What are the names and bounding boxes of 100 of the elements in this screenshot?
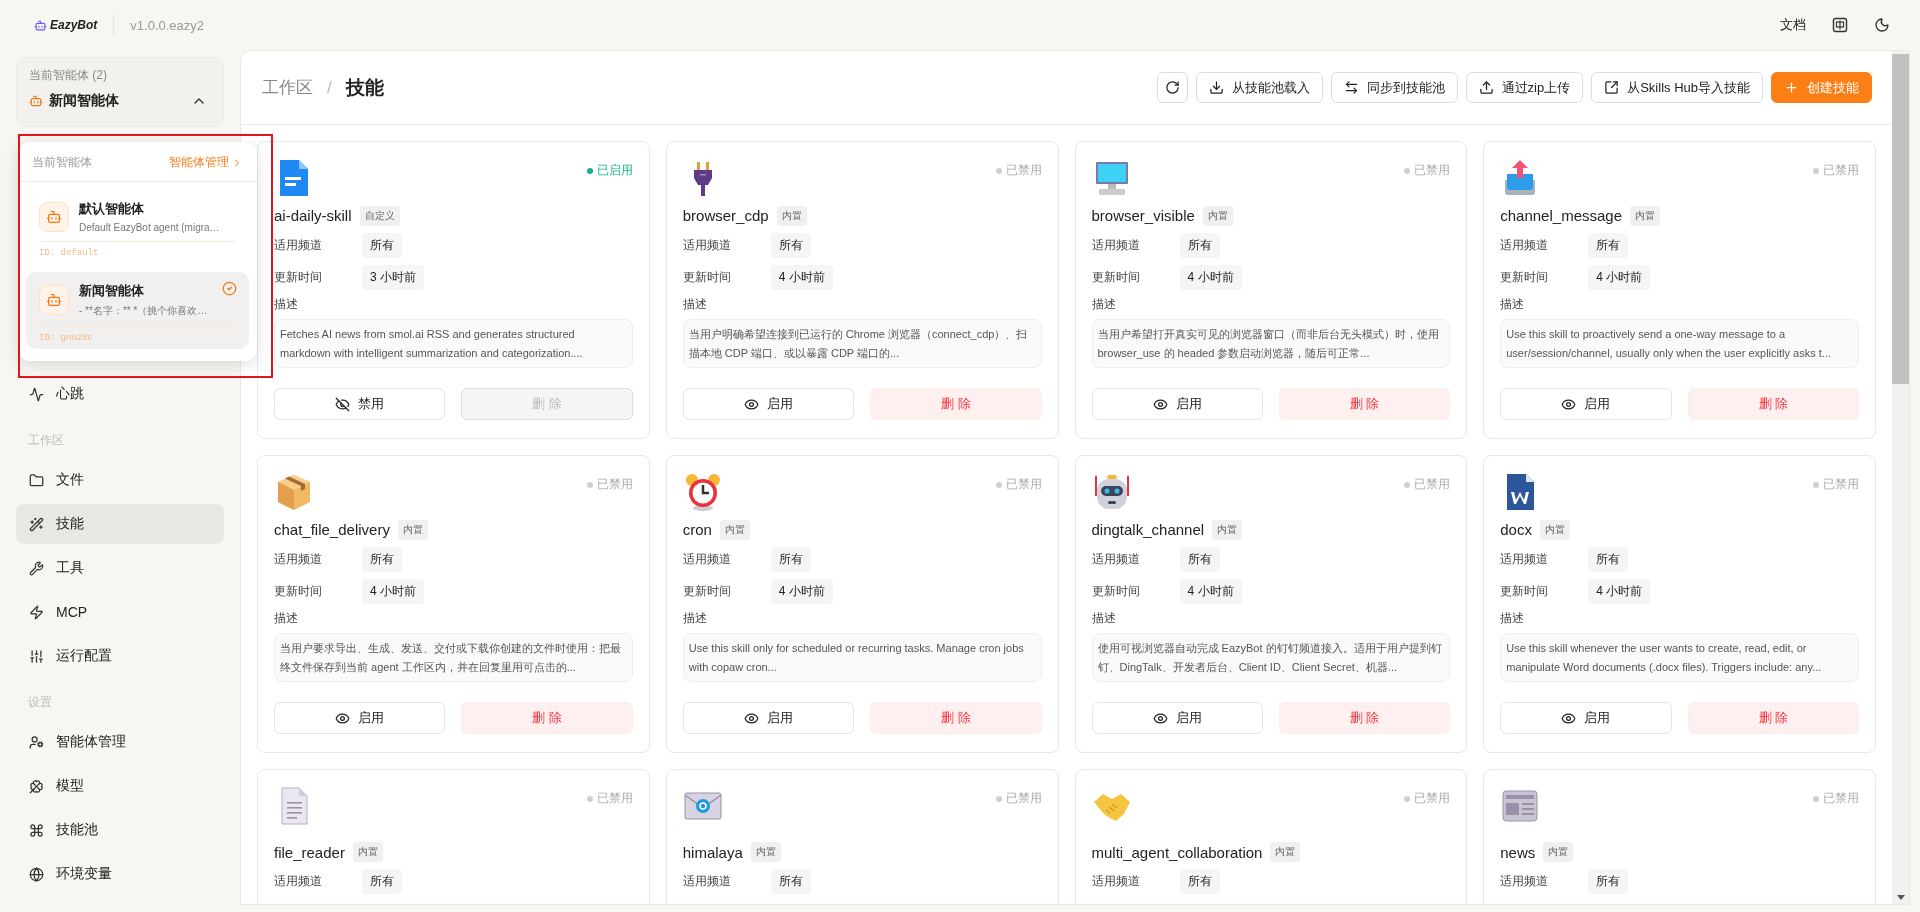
field-label: 适用频道 bbox=[1091, 873, 1141, 890]
nav-item[interactable]: 智能体管理 bbox=[16, 722, 224, 762]
channel-value: 所有 bbox=[362, 546, 402, 572]
toggle-button[interactable]: 启用 bbox=[1500, 702, 1672, 734]
time-value: 4 小时前 bbox=[362, 578, 424, 604]
toolbar-button[interactable]: 同步到技能池 bbox=[1330, 72, 1458, 103]
docs-link[interactable]: 文档 bbox=[1780, 16, 1806, 34]
nav-label: 运行配置 bbox=[56, 647, 112, 665]
skill-tag: 内置 bbox=[776, 205, 807, 226]
nav-item[interactable]: 技能 bbox=[16, 504, 224, 544]
agent-count-label: 当前智能体 (2) bbox=[29, 67, 108, 84]
nav-item[interactable]: 运行配置 bbox=[16, 636, 224, 676]
delete-button[interactable]: 删 除 bbox=[1687, 702, 1859, 734]
toolbar-button[interactable]: 从Skills Hub导入技能 bbox=[1591, 72, 1763, 103]
field-label: 适用频道 bbox=[1500, 873, 1550, 890]
status-label: 已禁用 bbox=[1404, 476, 1451, 493]
agent-item-name: 默认智能体 bbox=[79, 200, 145, 218]
channel-value: 所有 bbox=[362, 869, 402, 894]
skill-description: 使用可视浏览器自动完成 EazyBot 的钉钉频道接入。适用于用户提到钉钉、DingTalk、开发者后台、Client ID、Client Secret、机器... bbox=[1091, 632, 1451, 682]
toggle-button[interactable]: 禁用 bbox=[274, 388, 446, 420]
agent-item-name: 新闻智能体 bbox=[79, 282, 145, 300]
skill-name: chat_file_delivery bbox=[274, 521, 390, 538]
nav-item[interactable]: MCP bbox=[16, 592, 224, 632]
skill-tag: 内置 bbox=[397, 519, 428, 540]
field-label: 适用频道 bbox=[274, 236, 323, 254]
field-label: 更新时间 bbox=[682, 582, 732, 600]
status-label: 已禁用 bbox=[995, 790, 1042, 807]
skill-description: Fetches AI news from smol.ai RSS and generates structured markdown with intelligent summarization and categorization.... bbox=[274, 318, 633, 368]
time-value: 4 小时前 bbox=[770, 578, 833, 604]
nav-label: 文件 bbox=[56, 471, 84, 489]
status-label: 已禁用 bbox=[995, 476, 1042, 493]
nav-item[interactable]: 心跳 bbox=[16, 374, 224, 414]
field-label: 更新时间 bbox=[274, 268, 323, 286]
skill-tag: 内置 bbox=[1212, 519, 1243, 540]
nav-item[interactable]: 模型 bbox=[16, 766, 224, 806]
skill-name: himalaya bbox=[682, 843, 743, 861]
skill-description: Use this skill to proactively send a one-way message to a user/session/channel, usually only when the user explicitly asks t... bbox=[1500, 318, 1859, 368]
channel-value: 所有 bbox=[1179, 869, 1220, 894]
agent-id: ID: default bbox=[39, 248, 100, 258]
toggle-button[interactable]: 启用 bbox=[682, 702, 855, 734]
delete-button[interactable]: 删 除 bbox=[870, 388, 1042, 420]
channel-value: 所有 bbox=[770, 546, 811, 572]
nav-label: 工具 bbox=[56, 559, 84, 577]
toggle-button[interactable]: 启用 bbox=[1500, 388, 1672, 420]
skill-tag: 内置 bbox=[1202, 205, 1233, 226]
field-label: 适用频道 bbox=[682, 550, 732, 568]
skill-description: 当用户希望打开真实可见的浏览器窗口（而非后台无头模式）时，使用 browser_use 的 headed 参数启动浏览器，随后可正常... bbox=[1091, 318, 1451, 368]
delete-button[interactable]: 删 除 bbox=[1278, 388, 1451, 420]
status-label: 已禁用 bbox=[1404, 162, 1451, 179]
toolbar-button[interactable]: 通过zip上传 bbox=[1465, 72, 1584, 103]
nav-item[interactable]: 环境变量 bbox=[16, 854, 224, 894]
breadcrumb-link[interactable]: 工作区 bbox=[262, 76, 313, 99]
field-label: 适用频道 bbox=[682, 873, 732, 890]
nav-label: 模型 bbox=[56, 777, 84, 795]
agent-item[interactable]: 默认智能体 Default EazyBot agent (migra… ID: default bbox=[26, 190, 249, 264]
nav-label: 环境变量 bbox=[56, 865, 112, 883]
delete-button[interactable]: 删 除 bbox=[461, 702, 633, 734]
toolbar-button[interactable]: 从技能池载入 bbox=[1195, 72, 1323, 103]
time-value: 4 小时前 bbox=[1588, 264, 1651, 290]
status-label: 已禁用 bbox=[1813, 162, 1859, 179]
field-label: 描述 bbox=[1500, 295, 1526, 313]
field-label: 适用频道 bbox=[1091, 550, 1141, 568]
toggle-button[interactable]: 启用 bbox=[1091, 388, 1263, 420]
nav-label: MCP bbox=[56, 604, 88, 620]
field-label: 描述 bbox=[1091, 295, 1117, 313]
delete-button[interactable]: 删 除 bbox=[1278, 702, 1451, 734]
skill-name: browser_visible bbox=[1091, 207, 1195, 224]
breadcrumb-separator: / bbox=[327, 77, 332, 98]
toggle-button[interactable]: 启用 bbox=[274, 702, 446, 734]
skill-tag: 自定义 bbox=[359, 205, 400, 226]
nav-item[interactable]: 工具 bbox=[16, 548, 224, 588]
page-title: 技能 bbox=[345, 75, 384, 100]
app-logo: EazyBot bbox=[34, 14, 115, 36]
skill-description: Use this skill only for scheduled or recurring tasks. Manage cron jobs with copaw cron... bbox=[682, 632, 1042, 682]
time-value: 4 小时前 bbox=[1588, 578, 1651, 604]
skill-tag: 内置 bbox=[750, 842, 781, 862]
agent-description: - **名字：** *（挑个你喜欢… bbox=[79, 304, 208, 318]
nav-label: 智能体管理 bbox=[56, 733, 126, 751]
agent-item[interactable]: 新闻智能体 - **名字：** *（挑个你喜欢… ID: gnu28c bbox=[26, 272, 249, 349]
skill-tag: 内置 bbox=[1543, 842, 1574, 862]
skill-name: cron bbox=[682, 521, 712, 538]
nav-item[interactable]: 技能池 bbox=[16, 810, 224, 850]
field-label: 适用频道 bbox=[274, 550, 323, 568]
skill-description: 当用户要求导出、生成、发送、交付或下载你创建的文件时使用：把最终文件保存到当前 agent 工作区内，并在回复里用可点击的... bbox=[274, 632, 633, 682]
skill-name: dingtalk_channel bbox=[1091, 521, 1205, 538]
skill-tag: 内置 bbox=[352, 842, 383, 862]
status-label: 已启用 bbox=[586, 162, 633, 179]
nav-item[interactable]: 文件 bbox=[16, 460, 224, 500]
field-label: 描述 bbox=[682, 609, 708, 627]
channel-value: 所有 bbox=[1588, 869, 1629, 894]
delete-button[interactable]: 删 除 bbox=[1687, 388, 1859, 420]
status-label: 已禁用 bbox=[1813, 790, 1859, 807]
agent-name: 新闻智能体 bbox=[49, 92, 119, 110]
agent-selector[interactable]: 当前智能体 (2) 新闻智能体 bbox=[16, 57, 224, 127]
toggle-button[interactable]: 启用 bbox=[1091, 702, 1263, 734]
delete-button[interactable]: 删 除 bbox=[870, 702, 1042, 734]
toggle-button[interactable]: 启用 bbox=[682, 388, 855, 420]
status-label: 已禁用 bbox=[1404, 790, 1451, 807]
status-label: 已禁用 bbox=[1813, 476, 1859, 493]
agent-description: Default EazyBot agent (migra… bbox=[79, 222, 220, 233]
